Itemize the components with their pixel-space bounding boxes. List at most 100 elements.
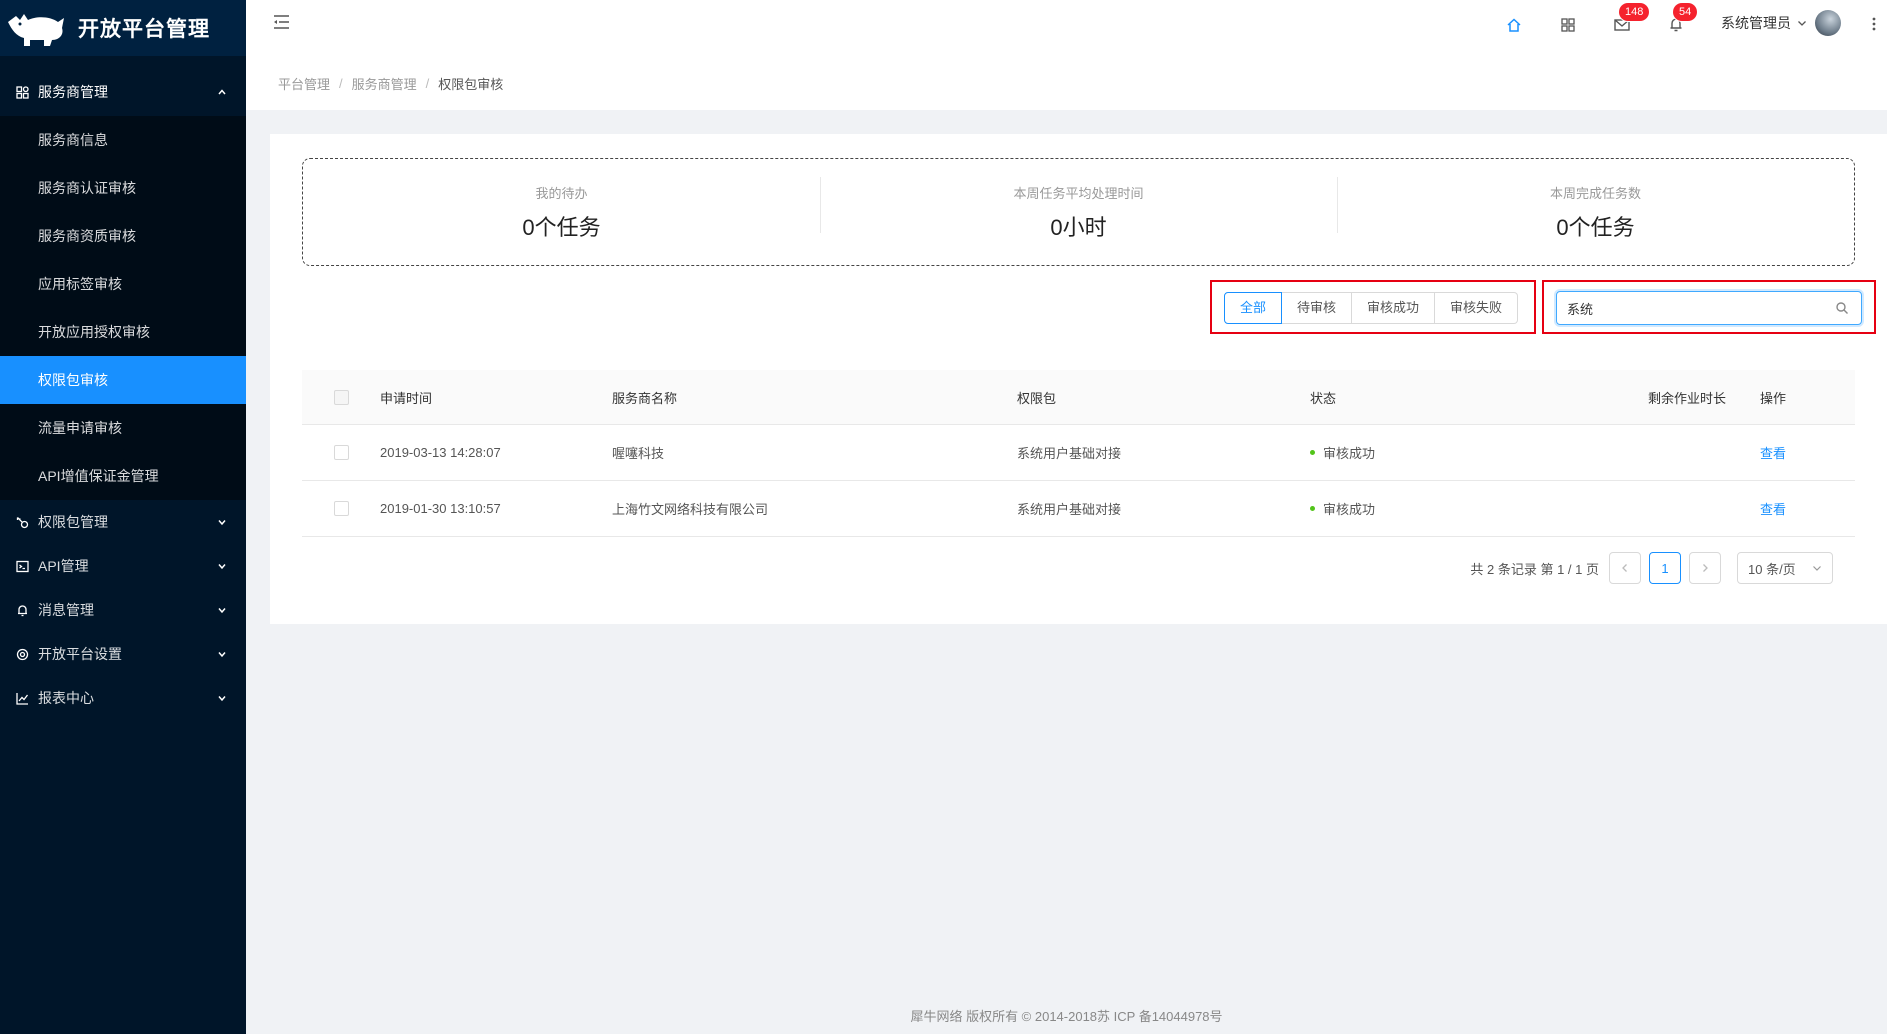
chevron-up-icon — [218, 89, 226, 95]
column-header-time: 申请时间 — [380, 390, 433, 406]
sidebar-menu-label: 报表中心 — [38, 690, 94, 706]
line-chart-icon — [14, 690, 30, 706]
prev-page-button[interactable] — [1609, 552, 1641, 584]
breadcrumb: 平台管理 / 服务商管理 / 权限包审核 — [246, 57, 1887, 110]
sidebar-menu-report-center[interactable]: 报表中心 — [0, 676, 246, 720]
bell-icon — [14, 602, 30, 618]
stat-avg-processing-time: 本周任务平均处理时间 0小时 — [820, 176, 1337, 242]
chevron-down-icon — [218, 608, 226, 614]
sidebar-menu-label: 消息管理 — [38, 602, 94, 618]
chevron-down-icon — [218, 520, 226, 526]
more-vertical-icon[interactable] — [1869, 14, 1879, 34]
search-icon[interactable] — [1835, 301, 1849, 315]
rhino-logo-icon — [8, 14, 64, 46]
sidebar-item-label: 服务商认证审核 — [38, 180, 136, 196]
stat-value: 0小时 — [1050, 214, 1107, 240]
page-size-value: 10 条/页 — [1748, 561, 1796, 577]
sidebar-menu-message-management[interactable]: 消息管理 — [0, 588, 246, 632]
sidebar-item-traffic-request-review[interactable]: 流量申请审核 — [0, 404, 246, 452]
footer-copyright: 犀牛网络 版权所有 © 2014-2018苏 ICP 备14044978号 — [910, 1009, 1223, 1024]
stat-my-todo: 我的待办 0个任务 — [303, 183, 820, 242]
chevron-down-icon — [1798, 21, 1806, 26]
avatar — [1815, 10, 1841, 36]
stat-label: 本周完成任务数 — [1549, 185, 1641, 201]
view-link[interactable]: 查看 — [1760, 502, 1786, 517]
sidebar-menu-permission-package-management[interactable]: 权限包管理 — [0, 500, 246, 544]
sidebar-item-label: 权限包审核 — [38, 372, 108, 388]
status-text: 审核成功 — [1323, 502, 1376, 517]
stat-completed-tasks: 本周完成任务数 0个任务 — [1337, 176, 1854, 242]
chevron-down-icon — [1813, 566, 1821, 571]
cell-provider: 喔噻科技 — [612, 446, 665, 461]
column-header-action: 操作 — [1760, 390, 1787, 406]
row-checkbox[interactable] — [333, 501, 349, 516]
sidebar-item-provider-qualification-review[interactable]: 服务商资质审核 — [0, 212, 246, 260]
cell-package: 系统用户基础对接 — [1017, 446, 1122, 461]
terminal-icon — [14, 558, 30, 574]
sidebar-item-label: 服务商资质审核 — [38, 228, 136, 244]
status-dot — [1310, 506, 1315, 511]
chevron-right-icon — [1703, 564, 1708, 572]
sidebar-item-open-app-auth-review[interactable]: 开放应用授权审核 — [0, 308, 246, 356]
gear-icon — [14, 646, 30, 662]
sidebar: 开放平台管理 服务商管理 服务商信息 服务商认证审核 服务商资质审核 应用标签审… — [0, 0, 246, 1034]
app-title: 开放平台管理 — [78, 18, 210, 41]
stat-value: 0个任务 — [1556, 214, 1635, 240]
breadcrumb-item[interactable]: 服务商管理 — [352, 74, 417, 93]
filter-pending-button[interactable]: 待审核 — [1282, 292, 1353, 324]
sidebar-item-app-tag-review[interactable]: 应用标签审核 — [0, 260, 246, 308]
next-page-button[interactable] — [1689, 552, 1721, 584]
apps-button[interactable] — [1557, 14, 1579, 36]
filter-all-button[interactable]: 全部 — [1224, 292, 1283, 324]
menu-group-provider-management[interactable]: 服务商管理 — [0, 68, 246, 116]
sidebar-item-permission-package-review[interactable]: 权限包审核 — [0, 356, 246, 404]
cell-provider: 上海竹文网络科技有限公司 — [612, 502, 769, 517]
sidebar-menu-open-platform-settings[interactable]: 开放平台设置 — [0, 632, 246, 676]
breadcrumb-separator: / — [425, 76, 430, 91]
menu-fold-icon[interactable] — [270, 12, 292, 32]
table-row: 2019-03-13 14:28:07 喔噻科技 系统用户基础对接 审核成功 查… — [302, 425, 1855, 481]
page-size-select[interactable]: 10 条/页 — [1737, 552, 1833, 584]
breadcrumb-item[interactable]: 平台管理 — [278, 74, 330, 93]
select-all-checkbox[interactable] — [333, 389, 349, 405]
cell-time: 2019-03-13 14:28:07 — [380, 445, 501, 460]
breadcrumb-current: 权限包审核 — [438, 77, 504, 92]
user-name: 系统管理员 — [1721, 15, 1791, 31]
stats-panel: 我的待办 0个任务 本周任务平均处理时间 0小时 本周完成任务数 0个任务 — [302, 158, 1855, 266]
filter-rejected-button[interactable]: 审核失败 — [1435, 292, 1519, 324]
mail-button[interactable]: 148 — [1611, 3, 1650, 36]
sidebar-menu-label: API管理 — [38, 558, 89, 574]
column-header-package: 权限包 — [1017, 390, 1057, 406]
sidebar-item-provider-info[interactable]: 服务商信息 — [0, 116, 246, 164]
column-header-provider: 服务商名称 — [612, 390, 678, 406]
user-menu[interactable]: 系统管理员 — [1721, 10, 1841, 36]
sidebar-item-provider-certification-review[interactable]: 服务商认证审核 — [0, 164, 246, 212]
sidebar-item-api-deposit-management[interactable]: API增值保证金管理 — [0, 452, 246, 500]
home-icon — [1507, 18, 1521, 32]
page-button[interactable]: 1 — [1649, 552, 1681, 584]
chevron-down-icon — [218, 652, 226, 658]
search-input[interactable] — [1557, 293, 1835, 323]
row-checkbox[interactable] — [333, 445, 349, 460]
search-field — [1556, 291, 1862, 325]
chevron-down-icon — [218, 564, 226, 570]
home-button[interactable] — [1503, 14, 1525, 36]
key-icon — [14, 514, 30, 530]
cell-status: 审核成功 — [1310, 499, 1530, 518]
sidebar-item-label: 应用标签审核 — [38, 276, 122, 292]
cell-package: 系统用户基础对接 — [1017, 502, 1122, 517]
sidebar-menu-label: 权限包管理 — [38, 514, 108, 530]
notification-button[interactable]: 54 — [1665, 3, 1698, 36]
sidebar-menu-label: 开放平台设置 — [38, 646, 122, 662]
status-filter-highlight: 全部 待审核 审核成功 审核失败 — [1210, 280, 1536, 334]
filter-approved-button[interactable]: 审核成功 — [1352, 292, 1436, 324]
pagination: 共 2 条记录 第 1 / 1 页 1 10 条/页 — [1470, 552, 1833, 584]
logo[interactable]: 开放平台管理 — [0, 0, 246, 56]
breadcrumb-separator: / — [339, 76, 343, 91]
pagination-total: 共 2 条记录 第 1 / 1 页 — [1470, 561, 1599, 577]
grid-icon — [1561, 18, 1575, 32]
mail-badge: 148 — [1619, 3, 1650, 21]
sidebar-menu-api-management[interactable]: API管理 — [0, 544, 246, 588]
cell-time: 2019-01-30 13:10:57 — [380, 501, 501, 516]
view-link[interactable]: 查看 — [1760, 446, 1786, 461]
